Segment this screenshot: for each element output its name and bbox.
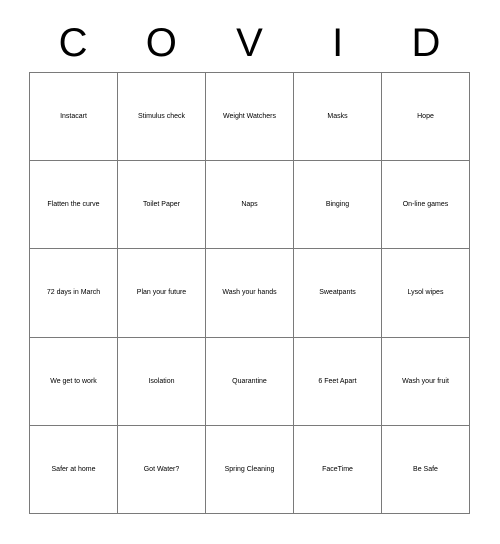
bingo-cell[interactable]: 6 Feet Apart <box>294 337 382 426</box>
bingo-cell[interactable]: Be Safe <box>382 425 470 514</box>
bingo-cell-label: Binging <box>325 201 350 209</box>
bingo-cell[interactable]: Flatten the curve <box>30 161 118 250</box>
bingo-cell-label: Sweatpants <box>319 289 356 297</box>
bingo-cell-label: Stimulus check <box>137 112 186 120</box>
bingo-cell[interactable]: 72 days in March <box>30 249 118 338</box>
bingo-cell[interactable]: Masks <box>294 73 382 162</box>
bingo-cell-label: We get to work <box>50 377 97 385</box>
bingo-cell-label: Toilet Paper <box>143 201 180 209</box>
bingo-header-letter: V <box>236 21 263 65</box>
bingo-cell[interactable]: Naps <box>206 161 294 250</box>
bingo-cell-label: FaceTime <box>322 465 353 473</box>
bingo-cell-label: On-line games <box>402 201 449 209</box>
bingo-cell[interactable]: Plan your future <box>118 249 206 338</box>
bingo-grid: Instacart Stimulus check Weight Watchers Ma… <box>29 72 470 514</box>
bingo-cell-label: Wash your hands <box>222 289 277 297</box>
bingo-cell-label: 6 Feet Apart <box>318 377 357 385</box>
bingo-cell-label: Wash your fruit <box>402 377 449 385</box>
bingo-cell[interactable]: Spring Cleaning <box>206 425 294 514</box>
bingo-cell-label: Safer at home <box>51 465 96 473</box>
bingo-cell-label: Weight Watchers <box>223 112 276 120</box>
bingo-cell-label: Masks <box>327 112 348 120</box>
bingo-cell-label: Flatten the curve <box>47 201 100 209</box>
bingo-header-letter: I <box>332 21 344 65</box>
bingo-cell-label: Naps <box>241 201 258 209</box>
bingo-cell[interactable]: On-line games <box>382 161 470 250</box>
bingo-cell[interactable]: Stimulus check <box>118 73 206 162</box>
bingo-cell[interactable]: Toilet Paper <box>118 161 206 250</box>
bingo-cell-label: Got Water? <box>143 465 180 473</box>
bingo-cell[interactable]: Hope <box>382 73 470 162</box>
bingo-cell-label: 72 days in March <box>46 289 101 297</box>
bingo-cell[interactable]: FaceTime <box>294 425 382 514</box>
bingo-cell[interactable]: Got Water? <box>118 425 206 514</box>
bingo-cell[interactable]: Instacart <box>30 73 118 162</box>
bingo-cell-label: Plan your future <box>136 289 187 297</box>
bingo-cell[interactable]: Lysol wipes <box>382 249 470 338</box>
bingo-header-letter: C <box>58 21 88 65</box>
bingo-cell-label: Isolation <box>148 377 175 385</box>
bingo-cell[interactable]: Isolation <box>118 337 206 426</box>
bingo-cell-label: Be Safe <box>413 465 438 473</box>
bingo-cell[interactable]: We get to work <box>30 337 118 426</box>
bingo-cell-label: Hope <box>417 112 434 120</box>
bingo-cell-label: Lysol wipes <box>407 289 444 297</box>
bingo-card: C O V I D Instacart Stimulus check Weight Watc… <box>0 0 500 544</box>
bingo-cell[interactable]: Safer at home <box>30 425 118 514</box>
bingo-cell[interactable]: Wash your fruit <box>382 337 470 426</box>
bingo-cell[interactable]: Weight Watchers <box>206 73 294 162</box>
bingo-header-letter: O <box>145 21 177 65</box>
bingo-cell[interactable]: Binging <box>294 161 382 250</box>
bingo-cell[interactable]: Sweatpants <box>294 249 382 338</box>
bingo-cell-label: Spring Cleaning <box>224 465 275 473</box>
bingo-header: COVID <box>29 14 470 72</box>
bingo-cell[interactable]: Wash your hands <box>206 249 294 338</box>
bingo-header-letter: D <box>411 21 441 65</box>
bingo-cell-label: Instacart <box>60 112 87 120</box>
bingo-cell-label: Quarantine <box>232 377 267 385</box>
bingo-cell[interactable]: Quarantine <box>206 337 294 426</box>
